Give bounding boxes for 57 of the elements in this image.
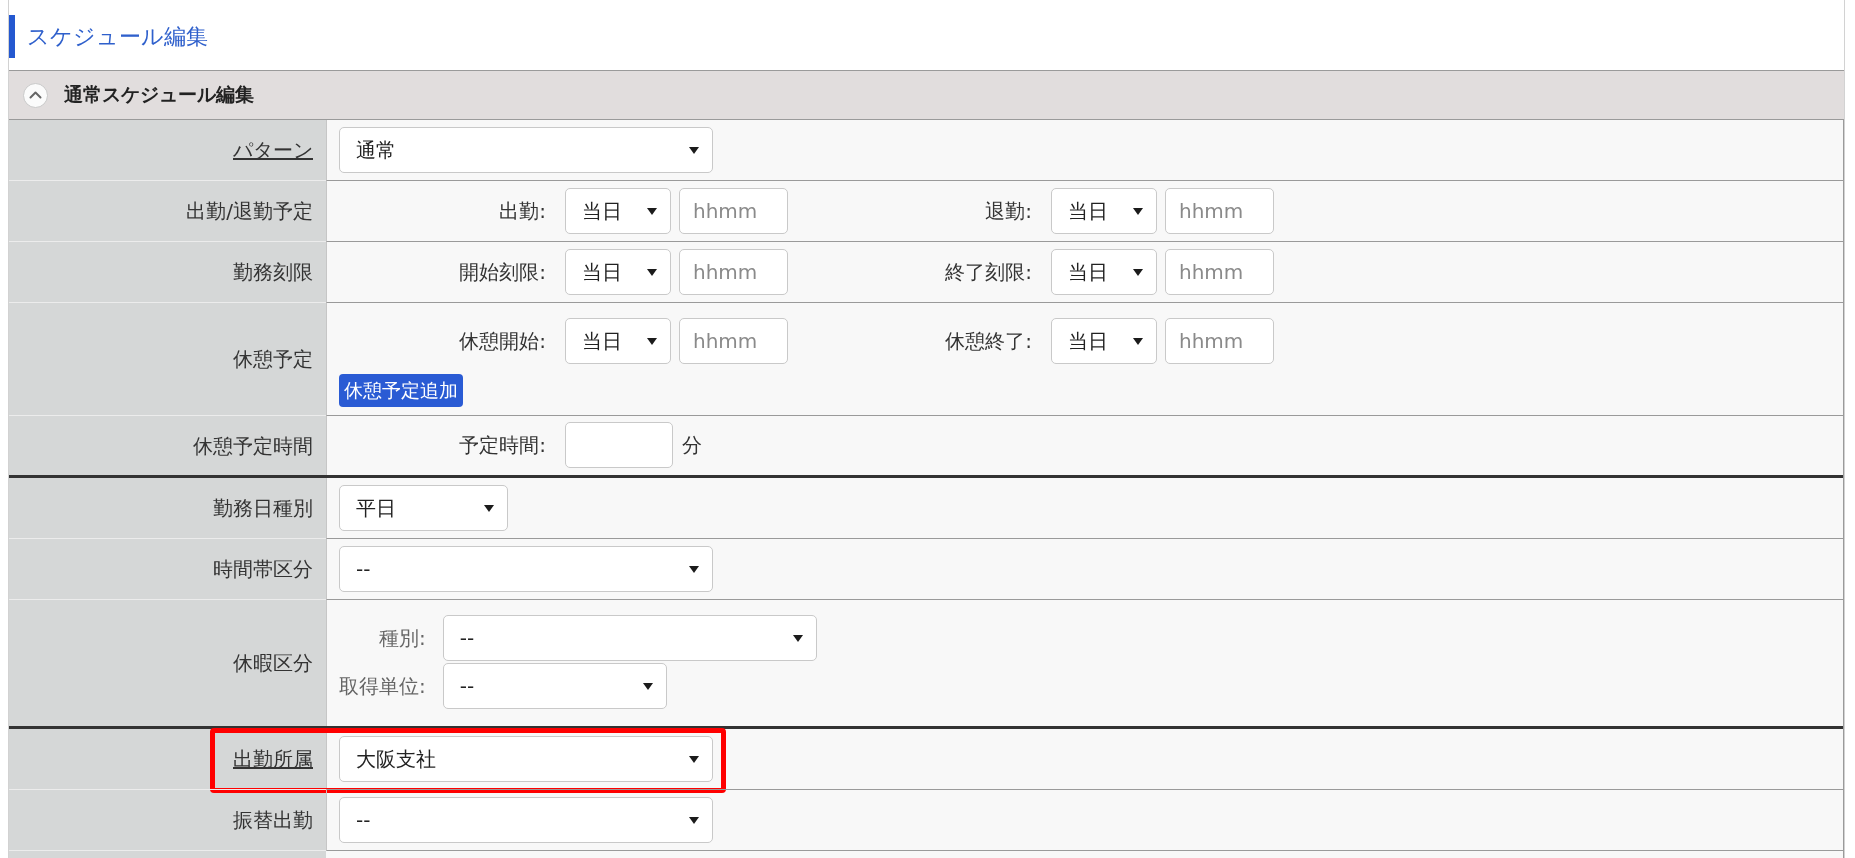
dropdown[interactable]: 当日 <box>565 188 671 234</box>
caret-icon <box>792 634 803 642</box>
field-label: 休憩予定 <box>233 346 313 373</box>
dropdown[interactable]: 当日 <box>1051 188 1157 234</box>
caret-icon <box>689 146 699 154</box>
field-label: 出勤/退勤予定 <box>186 198 313 225</box>
caret-icon <box>642 682 653 690</box>
field-label: 休憩予定時間 <box>193 432 313 460</box>
dropdown[interactable]: 当日 <box>1051 318 1157 364</box>
field-label: 退勤: <box>985 198 1032 225</box>
caret-icon <box>1133 337 1143 345</box>
caret-icon <box>1133 268 1143 276</box>
field-label: 休暇区分 <box>233 650 313 677</box>
section-title: 通常スケジュール編集 <box>64 83 254 108</box>
caret-icon <box>1133 207 1143 215</box>
dropdown[interactable]: -- <box>339 797 713 843</box>
chevron-up-circle-icon[interactable] <box>23 82 48 108</box>
dropdown[interactable]: -- <box>339 546 713 592</box>
time-input[interactable]: hhmm <box>1165 249 1274 295</box>
field-label: 終了刻限: <box>945 259 1032 286</box>
dropdown[interactable]: -- <box>442 663 667 709</box>
add-break-button[interactable]: 休憩予定追加 <box>339 374 463 407</box>
dropdown[interactable]: 平日 <box>339 485 508 531</box>
field-label: 休憩開始: <box>459 328 546 355</box>
time-input[interactable]: hhmm <box>679 249 788 295</box>
dropdown[interactable]: 大阪支社 <box>339 736 713 782</box>
field-label-link[interactable]: 出勤所属 <box>233 744 313 774</box>
unit-label: 分 <box>682 432 702 459</box>
caret-icon <box>647 268 657 276</box>
time-input[interactable]: hhmm <box>679 188 788 234</box>
field-label: 出勤: <box>499 198 546 225</box>
field-label: 開始刻限: <box>459 259 546 286</box>
time-input[interactable]: hhmm <box>1165 188 1274 234</box>
caret-icon <box>484 504 494 512</box>
page-title: スケジュール編集 <box>9 15 208 58</box>
field-label: 勤務刻限 <box>233 259 313 286</box>
field-label: 休憩終了: <box>945 328 1032 355</box>
field-label: 取得単位: <box>339 673 426 700</box>
caret-icon <box>647 207 657 215</box>
dropdown[interactable]: 通常 <box>339 127 713 173</box>
field-label: 勤務日種別 <box>213 495 313 522</box>
caret-icon <box>647 337 657 345</box>
dropdown[interactable]: 当日 <box>1051 249 1157 295</box>
caret-icon <box>689 565 699 573</box>
time-input[interactable]: hhmm <box>1165 318 1274 364</box>
field-label: 振替出勤 <box>233 807 313 834</box>
dropdown[interactable]: 当日 <box>565 249 671 295</box>
dropdown[interactable]: 当日 <box>565 318 671 364</box>
caret-icon <box>689 816 699 824</box>
dropdown[interactable]: -- <box>442 615 817 661</box>
field-label: 予定時間: <box>459 432 546 459</box>
time-input[interactable]: hhmm <box>679 318 788 364</box>
caret-icon <box>689 755 699 763</box>
field-label: 種別: <box>379 625 426 652</box>
field-label-link[interactable]: パターン <box>233 135 313 165</box>
input-field[interactable] <box>565 422 673 468</box>
field-label: 時間帯区分 <box>213 556 313 583</box>
